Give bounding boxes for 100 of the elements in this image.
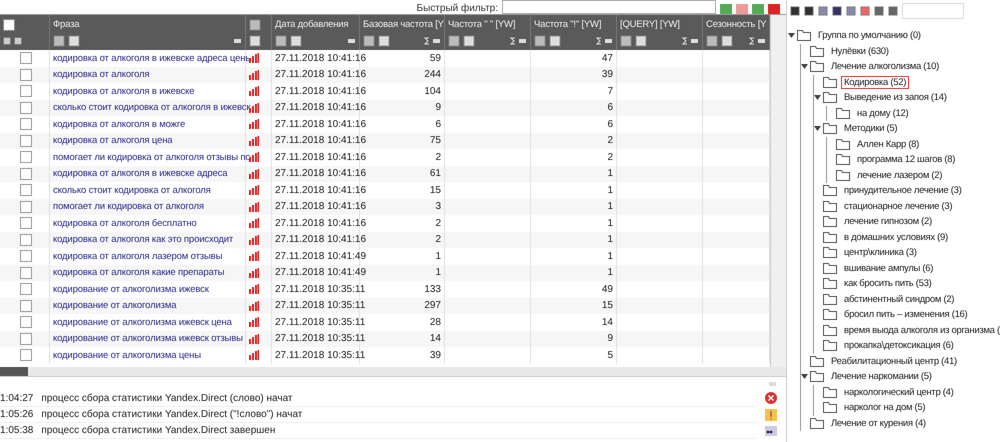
tree-item[interactable]: лечение гипнозом (2) (841, 215, 935, 228)
bar-chart-icon[interactable] (249, 53, 259, 64)
row-checkbox[interactable] (20, 300, 32, 312)
column-header[interactable]: Сезонность [Y (706, 19, 766, 30)
tree-item[interactable]: центр\клиника (3) (841, 246, 920, 260)
row-checkbox[interactable] (20, 332, 32, 345)
tree-item[interactable]: Нулёвки (630) (828, 44, 892, 58)
row-checkbox[interactable] (20, 102, 32, 114)
expand-arrow-icon[interactable] (814, 94, 821, 102)
search-field[interactable] (902, 3, 964, 19)
tree-item[interactable]: время выода алкоголя из организма ( (841, 324, 1000, 337)
phrase-link[interactable]: сколько стоит кодировка от алкоголя в ижевск (53, 102, 250, 114)
column-header[interactable]: Фраза (53, 19, 80, 30)
phrase-link[interactable]: помогает ли кодировка от алкоголя отзывы пс (53, 152, 250, 163)
phrase-link[interactable]: кодирование от алкоголизма ижевск цена (53, 316, 232, 328)
row-checkbox[interactable] (20, 266, 32, 279)
bar-chart-icon[interactable] (249, 300, 259, 311)
tree-item[interactable]: в домашних условиях (9) (841, 230, 951, 244)
tree-item[interactable]: вшивание ампулы (6) (841, 262, 936, 275)
column-header[interactable]: Частота "!" [YW] (534, 19, 602, 30)
select-all-checkbox[interactable] (3, 19, 15, 31)
expand-arrow-icon[interactable] (801, 63, 808, 70)
phrase-link[interactable]: кодировка от алкоголя лазером отзывы (53, 250, 222, 262)
bar-chart-icon[interactable] (249, 119, 259, 130)
bar-chart-icon[interactable] (249, 350, 259, 360)
tree-item[interactable]: программа 12 шагов (8) (854, 153, 958, 166)
bar-chart-icon[interactable] (249, 202, 259, 212)
tree-item[interactable]: как бросить пить (53) (841, 277, 934, 290)
scrollbar[interactable] (770, 15, 786, 367)
pin-icon[interactable] (519, 38, 528, 44)
info-icon[interactable] (764, 425, 778, 437)
tree-item[interactable]: Лечение алкоголизма (10) (828, 60, 942, 74)
phrase-link[interactable]: кодировка от алкоголя в ижевске адреса (53, 168, 228, 180)
row-checkbox[interactable] (20, 200, 32, 213)
expand-arrow-icon[interactable] (801, 373, 808, 380)
row-checkbox[interactable] (20, 68, 32, 81)
phrase-link[interactable]: сколько стоит кодировка от алкоголя (53, 184, 211, 196)
row-checkbox[interactable] (20, 349, 32, 362)
row-checkbox[interactable] (20, 85, 32, 98)
phrase-link[interactable]: помогает ли кодировка от алкоголя (53, 201, 204, 212)
filter-field[interactable] (502, 0, 716, 14)
tree-item[interactable]: наркологический центр (4) (841, 386, 956, 399)
phrase-link[interactable]: кодировка от алкоголя какие препараты (53, 267, 224, 278)
column-header[interactable]: Дата добавления (275, 19, 348, 30)
tree-item[interactable]: лечение лазером (2) (854, 168, 946, 182)
bar-chart-icon[interactable] (249, 152, 259, 162)
expand-arrow-icon[interactable] (788, 32, 795, 40)
tree-item[interactable]: Лечение от курения (4) (828, 416, 929, 430)
tree-item[interactable]: Реабилитационный центр (41) (828, 354, 960, 368)
row-checkbox[interactable] (20, 52, 32, 64)
bar-chart-icon[interactable] (249, 218, 259, 228)
sum-icon[interactable] (510, 37, 516, 45)
pin-icon[interactable] (605, 38, 614, 44)
row-checkbox[interactable] (20, 134, 32, 147)
row-checkbox[interactable] (20, 250, 32, 262)
tree-item[interactable]: бросил пить – изменения (16) (841, 308, 970, 322)
phrase-link[interactable]: кодировка от алкоголя в ижевске (53, 86, 194, 97)
bar-chart-icon[interactable] (249, 168, 259, 179)
pin-icon[interactable] (348, 38, 357, 44)
bar-chart-icon[interactable] (249, 102, 259, 113)
phrase-link[interactable]: кодировка от алкоголя (53, 69, 150, 80)
tree-item[interactable]: принудительное лечение (3) (841, 184, 964, 198)
phrase-link[interactable]: кодировка от алкоголя цена (53, 135, 172, 146)
column-header[interactable]: Базовая частота [Y (363, 19, 444, 30)
tree-item[interactable]: прокапка\детоксикация (6) (841, 339, 956, 352)
bar-chart-icon[interactable] (249, 136, 259, 146)
tree-item[interactable]: Выведение из запоя (14) (841, 91, 950, 104)
pin-icon[interactable] (691, 38, 700, 44)
column-header[interactable]: Частота " " [YW] (448, 19, 516, 30)
sum-icon[interactable] (682, 37, 688, 45)
bar-chart-icon[interactable] (249, 268, 259, 278)
warning-icon[interactable] (764, 408, 778, 422)
tree-item[interactable]: Аллен Карр (8) (854, 138, 922, 151)
bar-chart-icon[interactable] (249, 86, 259, 96)
phrase-link[interactable]: кодировка от алкоголя в можге (53, 118, 186, 130)
expand-arrow-icon[interactable] (814, 125, 821, 132)
pin-icon[interactable] (433, 38, 442, 44)
tree-item[interactable]: Группа по умолчанию (0) (815, 29, 924, 42)
column-header[interactable]: [QUERY] [YW] (620, 19, 680, 30)
pin-icon[interactable] (758, 38, 767, 44)
bar-chart-icon[interactable] (249, 317, 259, 328)
scrollbar-thumb[interactable] (0, 367, 28, 376)
row-checkbox[interactable] (20, 234, 32, 246)
bar-chart-icon[interactable] (249, 334, 259, 344)
row-checkbox[interactable] (20, 118, 32, 130)
phrase-link[interactable]: кодирование от алкоголизма цены (53, 350, 201, 361)
phrase-link[interactable]: кодирование от алкоголизма ижевск (53, 284, 209, 295)
row-checkbox[interactable] (20, 151, 32, 164)
phrase-link[interactable]: кодирование от алкоголизма (53, 300, 176, 312)
bar-chart-icon[interactable] (249, 284, 259, 294)
tree-item[interactable]: на дому (12) (854, 106, 912, 120)
phrase-link[interactable]: кодировка от алкоголя как это происходит (53, 234, 234, 246)
error-icon[interactable] (764, 391, 778, 405)
row-checkbox[interactable] (20, 184, 32, 196)
row-checkbox[interactable] (20, 316, 32, 328)
tree-item[interactable]: Кодировка (52) (841, 76, 910, 89)
sum-icon[interactable] (749, 37, 755, 45)
tree-item[interactable]: Методики (5) (841, 122, 900, 136)
row-checkbox[interactable] (20, 217, 32, 230)
tree-item[interactable]: стационарное лечение (3) (841, 200, 956, 213)
